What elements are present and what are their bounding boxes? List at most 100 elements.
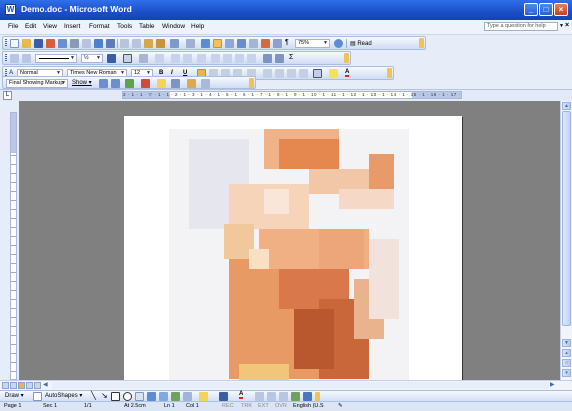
menu-insert[interactable]: Insert bbox=[64, 23, 80, 30]
print-layout-view-button[interactable] bbox=[18, 382, 25, 389]
toolbar-options-icon[interactable] bbox=[419, 38, 424, 48]
status-rec[interactable]: REC bbox=[222, 403, 234, 409]
insert-picture-icon[interactable] bbox=[183, 392, 192, 401]
shadow-style-icon[interactable] bbox=[291, 392, 300, 401]
font-color-icon[interactable]: A bbox=[345, 69, 350, 77]
help-dropdown-icon[interactable]: ▼ bbox=[559, 23, 564, 29]
line-style-icon[interactable] bbox=[255, 392, 264, 401]
display-for-review-select[interactable]: Final Showing Markup ▼ bbox=[6, 79, 68, 88]
previous-change-icon[interactable] bbox=[99, 79, 108, 88]
word-app-icon[interactable]: W bbox=[5, 4, 16, 15]
bullets-icon[interactable] bbox=[275, 69, 284, 78]
line-weight-select[interactable]: ½ ▼ bbox=[81, 54, 103, 63]
spelling-icon[interactable] bbox=[94, 39, 103, 48]
sort-ascending-icon[interactable] bbox=[263, 54, 272, 63]
print-icon[interactable] bbox=[70, 39, 79, 48]
read-button[interactable]: ▤ Read bbox=[350, 40, 372, 47]
highlight-icon[interactable] bbox=[329, 69, 338, 78]
scroll-left-button[interactable]: ◀ bbox=[43, 381, 48, 388]
horizontal-ruler[interactable]: 2 · 1 · 1 · ▽ · 1 · 1 · 2 · 1 · 3 · 1 · … bbox=[122, 91, 462, 99]
line-style-select[interactable]: ▼ bbox=[35, 54, 77, 63]
email-icon[interactable] bbox=[58, 39, 67, 48]
status-trk[interactable]: TRK bbox=[241, 403, 252, 409]
zoom-select[interactable]: 75% ▼ bbox=[295, 39, 330, 48]
scroll-up-button[interactable]: ▲ bbox=[562, 102, 571, 110]
scroll-thumb[interactable] bbox=[562, 111, 571, 326]
menu-view[interactable]: View bbox=[43, 23, 57, 30]
previous-page-button[interactable]: ▴ bbox=[562, 349, 571, 357]
toolbar-grip[interactable] bbox=[5, 54, 7, 62]
outside-border-icon[interactable] bbox=[123, 54, 132, 63]
dash-style-icon[interactable] bbox=[267, 392, 276, 401]
select-objects-icon[interactable] bbox=[33, 392, 42, 401]
redo-icon[interactable] bbox=[186, 39, 195, 48]
research-icon[interactable] bbox=[106, 39, 115, 48]
clip-art-icon[interactable] bbox=[171, 392, 180, 401]
toolbar-options-icon[interactable] bbox=[249, 78, 254, 88]
tab-selector-button[interactable]: L bbox=[3, 91, 12, 100]
next-change-icon[interactable] bbox=[111, 79, 120, 88]
menu-file[interactable]: File bbox=[8, 23, 18, 30]
arrow-style-icon[interactable] bbox=[279, 392, 288, 401]
show-hide-formatting-icon[interactable]: ¶ bbox=[285, 39, 289, 46]
menu-edit[interactable]: Edit bbox=[25, 23, 36, 30]
draw-font-color-icon[interactable]: A bbox=[239, 391, 244, 399]
menu-table[interactable]: Table bbox=[139, 23, 155, 30]
sort-descending-icon[interactable] bbox=[275, 54, 284, 63]
help-search-input[interactable]: Type a question for help bbox=[484, 22, 558, 31]
scroll-right-button[interactable]: ▶ bbox=[550, 381, 555, 388]
rectangle-tool-icon[interactable] bbox=[111, 392, 120, 401]
title-bar[interactable]: W Demo.doc - Microsoft Word _ □ × bbox=[0, 0, 572, 20]
track-changes-icon[interactable] bbox=[171, 79, 180, 88]
next-page-button[interactable]: ▾ bbox=[562, 369, 571, 377]
oval-tool-icon[interactable] bbox=[123, 392, 132, 401]
draw-toolbar-options-icon[interactable] bbox=[315, 392, 320, 401]
diagram-icon[interactable] bbox=[159, 392, 168, 401]
wordart-icon[interactable] bbox=[147, 392, 156, 401]
autoshapes-menu-button[interactable]: AutoShapes ▾ bbox=[45, 392, 82, 399]
toolbar-grip[interactable] bbox=[5, 39, 7, 47]
distribute-rows-icon[interactable] bbox=[211, 54, 220, 63]
horizontal-scroll-track[interactable] bbox=[52, 382, 549, 389]
save-icon[interactable] bbox=[34, 39, 43, 48]
shading-color-icon[interactable] bbox=[139, 54, 148, 63]
accept-change-icon[interactable] bbox=[125, 79, 134, 88]
format-painter-icon[interactable] bbox=[156, 39, 165, 48]
select-browse-object-button[interactable]: ○ bbox=[562, 359, 571, 367]
menu-format[interactable]: Format bbox=[89, 23, 110, 30]
draw-menu-button[interactable]: Draw ▾ bbox=[5, 392, 24, 399]
status-ovr[interactable]: OVR bbox=[275, 403, 287, 409]
scroll-down-button[interactable]: ▼ bbox=[562, 339, 571, 347]
document-close-button[interactable]: × bbox=[565, 22, 569, 29]
arrow-tool-icon[interactable]: ↘ bbox=[101, 391, 108, 400]
merge-cells-icon[interactable] bbox=[171, 54, 180, 63]
new-document-icon[interactable] bbox=[10, 39, 19, 48]
web-layout-view-button[interactable] bbox=[10, 382, 17, 389]
hyperlink-icon[interactable] bbox=[201, 39, 210, 48]
toolbar-options-icon[interactable] bbox=[387, 68, 392, 78]
increase-indent-icon[interactable] bbox=[299, 69, 308, 78]
vertical-scrollbar[interactable]: ▲ ▼ ▴ ○ ▾ bbox=[560, 101, 572, 380]
line-color-icon[interactable] bbox=[219, 392, 228, 401]
outline-view-button[interactable] bbox=[26, 382, 33, 389]
reject-change-icon[interactable] bbox=[141, 79, 150, 88]
table-autoformat-icon[interactable] bbox=[235, 54, 244, 63]
insert-table-grid-icon[interactable] bbox=[155, 54, 164, 63]
menu-tools[interactable]: Tools bbox=[117, 23, 132, 30]
distribute-columns-icon[interactable] bbox=[223, 54, 232, 63]
insert-excel-icon[interactable] bbox=[237, 39, 246, 48]
open-folder-icon[interactable] bbox=[22, 39, 31, 48]
undo-icon[interactable] bbox=[170, 39, 179, 48]
align-cell-icon[interactable] bbox=[197, 54, 206, 63]
line-tool-icon[interactable]: ╲ bbox=[91, 391, 96, 400]
table-draw-icon[interactable] bbox=[10, 54, 19, 63]
reviewing-options-icon[interactable] bbox=[201, 79, 210, 88]
menu-help[interactable]: Help bbox=[191, 23, 204, 30]
text-box-icon[interactable] bbox=[135, 392, 144, 401]
toolbar-options-icon[interactable] bbox=[344, 53, 349, 63]
copy-icon[interactable] bbox=[132, 39, 141, 48]
eraser-icon[interactable] bbox=[22, 54, 31, 63]
status-ext[interactable]: EXT bbox=[258, 403, 269, 409]
show-menu-button[interactable]: Show ▾ bbox=[72, 79, 92, 86]
spelling-status-icon[interactable]: ✎ bbox=[338, 403, 343, 409]
